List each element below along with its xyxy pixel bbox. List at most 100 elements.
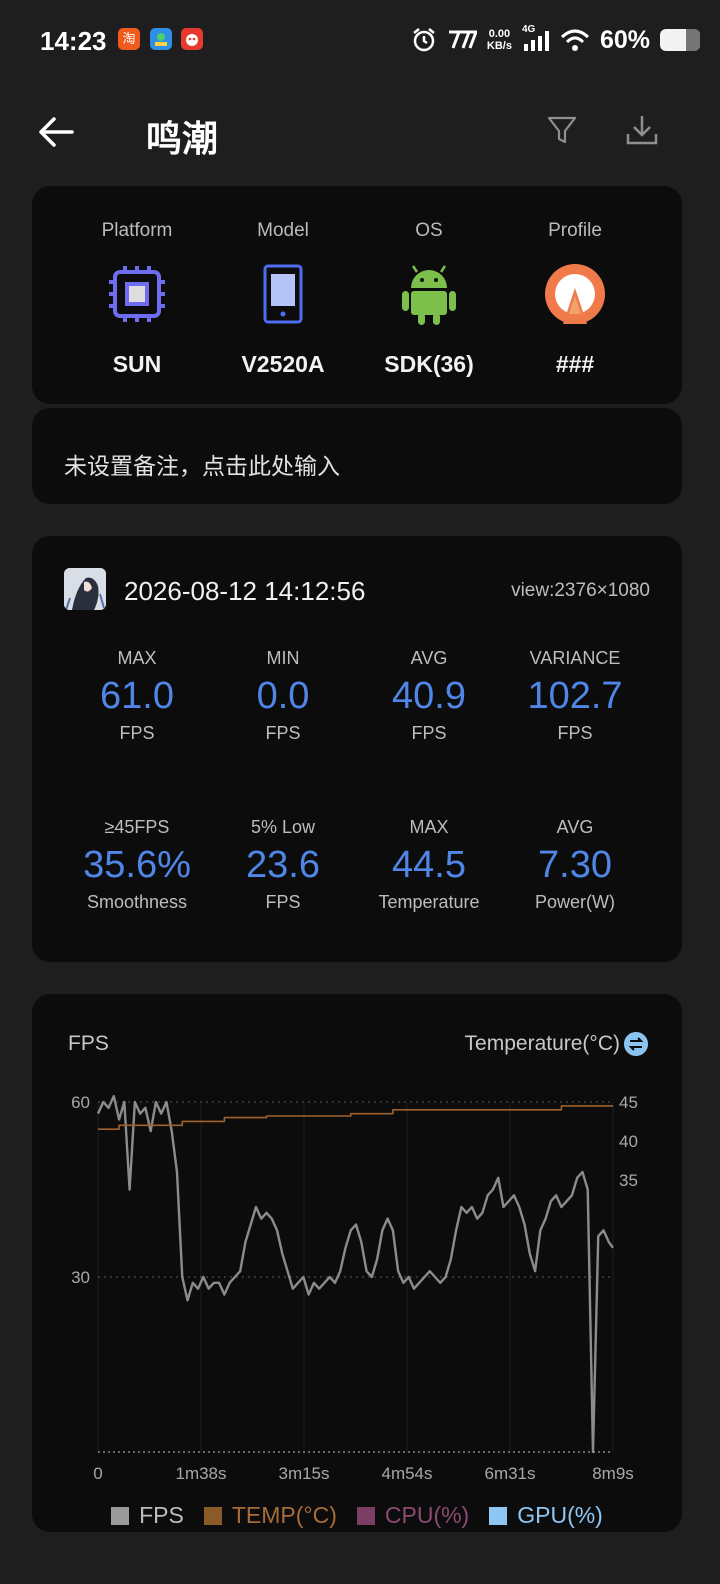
- stat-avg-fps: AVG 40.9 FPS: [354, 648, 504, 744]
- download-icon[interactable]: [624, 112, 660, 148]
- os-label: OS: [415, 220, 443, 241]
- x-tick-label: 4m54s: [381, 1464, 432, 1483]
- stat-label: AVG: [556, 817, 594, 837]
- y-left-tick-label: 60: [71, 1093, 90, 1112]
- news-app-icon: [181, 28, 203, 50]
- stat-5pct-low: 5% Low 23.6 FPS: [208, 817, 358, 913]
- stat-label: 5% Low: [250, 817, 316, 837]
- stat-value: 44.5: [392, 844, 466, 886]
- map-app-icon: [150, 28, 172, 50]
- session-datetime: 2026-08-12 14:12:56: [124, 576, 366, 606]
- stat-variance: VARIANCE 102.7 FPS: [500, 648, 650, 744]
- page-title: 鸣潮: [146, 118, 219, 159]
- stat-unit: FPS: [411, 723, 447, 743]
- os-value: SDK(36): [384, 351, 474, 377]
- note-card[interactable]: 未设置备注，点击此处输入: [32, 408, 682, 504]
- temperature-series-line: [98, 1105, 613, 1131]
- battery-percent: 60%: [599, 25, 650, 54]
- note-placeholder[interactable]: 未设置备注，点击此处输入: [64, 447, 340, 481]
- stat-value: 7.30: [538, 844, 612, 886]
- net-speed-unit: KB/s: [486, 40, 512, 52]
- os-info: OS SDK(36): [354, 220, 504, 378]
- legend-gpu[interactable]: GPU(%): [489, 1502, 603, 1529]
- stat-value: 40.9: [392, 675, 466, 717]
- x-tick-label: 6m31s: [484, 1464, 535, 1483]
- legend-temp[interactable]: TEMP(°C): [203, 1502, 337, 1529]
- phone-icon: [263, 264, 303, 324]
- chart-legend: FPS TEMP(°C) CPU(%) GPU(%): [32, 1502, 682, 1529]
- platform-label: Platform: [101, 220, 173, 241]
- nfc-mode-icon: [448, 30, 477, 49]
- wifi-icon: [560, 29, 589, 51]
- cpu-chip-icon: [109, 266, 165, 322]
- stat-value: 23.6: [246, 844, 320, 886]
- stat-smoothness: ≥45FPS 35.6% Smoothness: [62, 817, 212, 913]
- fps-series-line: [96, 1094, 614, 1454]
- battery-icon: [660, 29, 700, 51]
- y-left-tick-label: 30: [71, 1268, 90, 1287]
- profile-gauge-icon: [545, 264, 605, 324]
- model-info: Model V2520A: [208, 220, 358, 378]
- profile-info: Profile ###: [500, 220, 650, 378]
- stat-value: 0.0: [256, 675, 310, 717]
- stat-min-fps: MIN 0.0 FPS: [208, 648, 358, 744]
- status-bar: 14:23 淘 0.00 KB/s 4G 60%: [0, 0, 720, 82]
- stat-label: AVG: [410, 648, 448, 668]
- stat-label: MAX: [117, 648, 157, 668]
- net-speed-value: 0.00: [488, 28, 511, 40]
- stat-value: 61.0: [100, 675, 174, 717]
- legend-fps[interactable]: FPS: [111, 1502, 184, 1529]
- stat-label: VARIANCE: [529, 648, 621, 668]
- stat-unit: Smoothness: [86, 892, 188, 912]
- cell-signal-icon: 4G: [522, 24, 550, 52]
- device-info-card: Platform SUN Model V2520A OS SDK(36) Pro…: [32, 186, 682, 404]
- platform-value: SUN: [112, 351, 162, 377]
- stat-avg-power: AVG 7.30 Power(W): [500, 817, 650, 913]
- model-value: V2520A: [241, 351, 325, 377]
- stat-unit: FPS: [557, 723, 593, 743]
- stat-unit: FPS: [119, 723, 155, 743]
- model-label: Model: [257, 220, 309, 241]
- game-avatar: [64, 568, 106, 610]
- filter-icon[interactable]: [544, 112, 580, 148]
- stat-unit: FPS: [265, 723, 301, 743]
- stat-value: 102.7: [527, 675, 623, 717]
- platform-info: Platform SUN: [62, 220, 212, 378]
- status-time: 14:23: [40, 26, 107, 56]
- y-right-tick-label: 40: [619, 1132, 638, 1151]
- legend-gpu-label: GPU(%): [517, 1502, 603, 1528]
- profile-label: Profile: [548, 220, 602, 241]
- back-arrow-icon[interactable]: [36, 112, 76, 152]
- y-right-tick-label: 45: [619, 1093, 638, 1112]
- app-header: 鸣潮: [0, 90, 720, 176]
- chart-right-title[interactable]: Temperature(°C): [465, 1032, 620, 1056]
- stat-label: MAX: [409, 817, 449, 837]
- legend-fps-label: FPS: [139, 1502, 184, 1528]
- stat-max-fps: MAX 61.0 FPS: [62, 648, 212, 744]
- fps-temperature-chart[interactable]: 30 60 35 40 45 0 1m38s 3m15s 4m54s 6m31s 8m9s: [32, 1084, 682, 1484]
- profile-value: ###: [555, 351, 595, 377]
- legend-temp-label: TEMP(°C): [231, 1502, 337, 1528]
- status-right: 0.00 KB/s 4G 60%: [411, 24, 700, 56]
- stat-label: MIN: [266, 648, 300, 668]
- fps-chart-card: FPS Temperature(°C) 30 60 35 40 45 0 1m38s 3m15…: [32, 994, 682, 1532]
- legend-cpu[interactable]: CPU(%): [356, 1502, 470, 1529]
- x-tick-label: 0: [93, 1464, 102, 1483]
- legend-gpu-swatch: [489, 1506, 508, 1525]
- stat-unit: Temperature: [378, 892, 480, 912]
- x-tick-label: 1m38s: [175, 1464, 226, 1483]
- y-right-tick-label: 35: [619, 1171, 638, 1190]
- stat-value: 35.6%: [83, 844, 191, 886]
- legend-cpu-label: CPU(%): [384, 1502, 470, 1528]
- stat-max-temp: MAX 44.5 Temperature: [354, 817, 504, 913]
- stat-unit: Power(W): [535, 892, 615, 912]
- x-tick-label: 3m15s: [278, 1464, 329, 1483]
- net-speed: 0.00 KB/s: [487, 28, 512, 52]
- session-stats-card: 2026-08-12 14:12:56 view:2376×1080 MAX 6…: [32, 536, 682, 962]
- view-resolution: view:2376×1080: [511, 580, 650, 601]
- x-tick-label: 8m9s: [592, 1464, 634, 1483]
- alarm-icon: [413, 28, 435, 52]
- swap-axis-icon[interactable]: [624, 1032, 648, 1056]
- android-icon: [402, 265, 456, 325]
- legend-cpu-swatch: [356, 1506, 375, 1525]
